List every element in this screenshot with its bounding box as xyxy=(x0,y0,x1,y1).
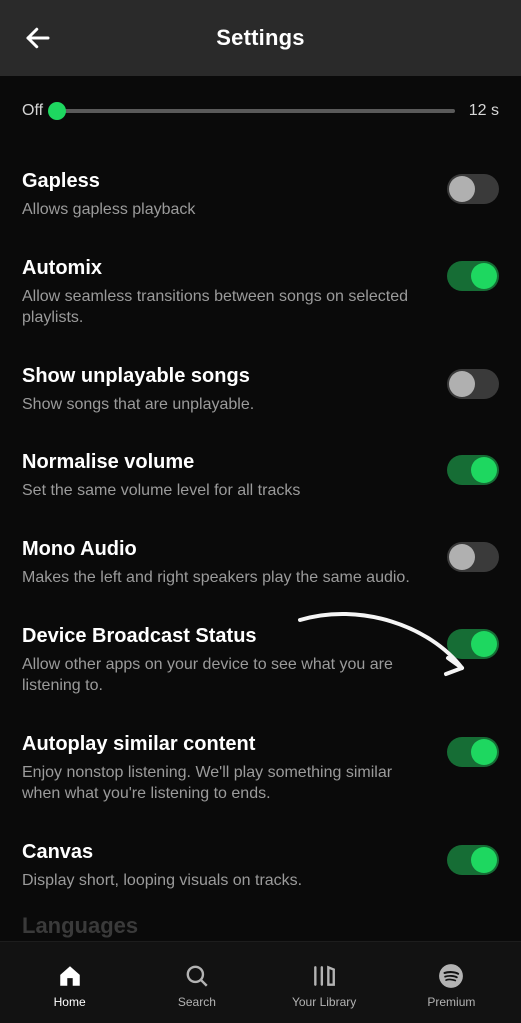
nav-label: Premium xyxy=(427,995,475,1009)
bottom-nav: Home Search Your Library Premium xyxy=(0,941,521,1023)
setting-row: Mono Audio Makes the left and right speak… xyxy=(22,520,499,607)
setting-desc: Set the same volume level for all tracks xyxy=(22,480,429,502)
home-icon xyxy=(55,961,85,991)
back-button[interactable] xyxy=(18,18,58,58)
nav-home[interactable]: Home xyxy=(6,961,133,1009)
toggle-switch[interactable] xyxy=(447,261,499,291)
setting-desc: Enjoy nonstop listening. We'll play some… xyxy=(22,762,429,805)
toggle-switch[interactable] xyxy=(447,455,499,485)
toggle-switch[interactable] xyxy=(447,845,499,875)
setting-desc: Allow seamless transitions between songs… xyxy=(22,286,429,329)
setting-title: Canvas xyxy=(22,841,429,864)
setting-row: Normalise volume Set the same volume leve… xyxy=(22,433,499,520)
setting-row: Show unplayable songs Show songs that are… xyxy=(22,347,499,434)
setting-text: Show unplayable songs Show songs that are… xyxy=(22,365,429,416)
slider-label-max: 12 s xyxy=(469,102,499,120)
toggle-switch[interactable] xyxy=(447,369,499,399)
back-arrow-icon xyxy=(23,23,53,53)
setting-row: Canvas Display short, looping visuals on … xyxy=(22,823,499,910)
toggle-switch[interactable] xyxy=(447,737,499,767)
setting-text: Gapless Allows gapless playback xyxy=(22,170,429,221)
nav-label: Search xyxy=(178,995,216,1009)
header-bar: Settings xyxy=(0,0,521,76)
setting-title: Show unplayable songs xyxy=(22,365,429,388)
toggle-knob-icon xyxy=(449,544,475,570)
toggle-switch[interactable] xyxy=(447,542,499,572)
setting-text: Automix Allow seamless transitions betwee… xyxy=(22,257,429,329)
spotify-icon xyxy=(436,961,466,991)
toggle-knob-icon xyxy=(471,847,497,873)
toggle-knob-icon xyxy=(449,176,475,202)
setting-text: Device Broadcast Status Allow other apps … xyxy=(22,625,429,697)
crossfade-slider-row: Off 12 s xyxy=(22,102,499,120)
setting-title: Device Broadcast Status xyxy=(22,625,429,648)
setting-text: Canvas Display short, looping visuals on … xyxy=(22,841,429,892)
setting-desc: Display short, looping visuals on tracks… xyxy=(22,870,429,892)
toggle-knob-icon xyxy=(449,371,475,397)
crossfade-slider[interactable] xyxy=(57,109,455,113)
library-icon xyxy=(309,961,339,991)
setting-desc: Allows gapless playback xyxy=(22,199,429,221)
setting-title: Mono Audio xyxy=(22,538,429,561)
setting-row: Device Broadcast Status Allow other apps … xyxy=(22,607,499,715)
setting-text: Normalise volume Set the same volume leve… xyxy=(22,451,429,502)
setting-title: Normalise volume xyxy=(22,451,429,474)
toggle-switch[interactable] xyxy=(447,174,499,204)
nav-premium[interactable]: Premium xyxy=(388,961,515,1009)
nav-label: Your Library xyxy=(292,995,356,1009)
toggle-knob-icon xyxy=(471,631,497,657)
setting-desc: Show songs that are unplayable. xyxy=(22,394,429,416)
slider-label-off: Off xyxy=(22,102,43,120)
setting-text: Mono Audio Makes the left and right speak… xyxy=(22,538,429,589)
page-title: Settings xyxy=(0,25,521,51)
nav-label: Home xyxy=(54,995,86,1009)
setting-row: Gapless Allows gapless playback xyxy=(22,152,499,239)
toggle-knob-icon xyxy=(471,457,497,483)
toggle-switch[interactable] xyxy=(447,629,499,659)
setting-desc: Makes the left and right speakers play t… xyxy=(22,567,429,589)
setting-row: Automix Allow seamless transitions betwee… xyxy=(22,239,499,347)
setting-text: Autoplay similar content Enjoy nonstop li… xyxy=(22,733,429,805)
setting-title: Automix xyxy=(22,257,429,280)
nav-library[interactable]: Your Library xyxy=(261,961,388,1009)
slider-thumb-icon[interactable] xyxy=(48,102,66,120)
search-icon xyxy=(182,961,212,991)
setting-title: Gapless xyxy=(22,170,429,193)
setting-desc: Allow other apps on your device to see w… xyxy=(22,654,429,697)
setting-row: Autoplay similar content Enjoy nonstop li… xyxy=(22,715,499,823)
toggle-knob-icon xyxy=(471,263,497,289)
setting-title: Autoplay similar content xyxy=(22,733,429,756)
toggle-knob-icon xyxy=(471,739,497,765)
next-section-heading: Languages xyxy=(22,913,138,939)
nav-search[interactable]: Search xyxy=(133,961,260,1009)
settings-content: Off 12 s Gapless Allows gapless playback A… xyxy=(0,76,521,941)
